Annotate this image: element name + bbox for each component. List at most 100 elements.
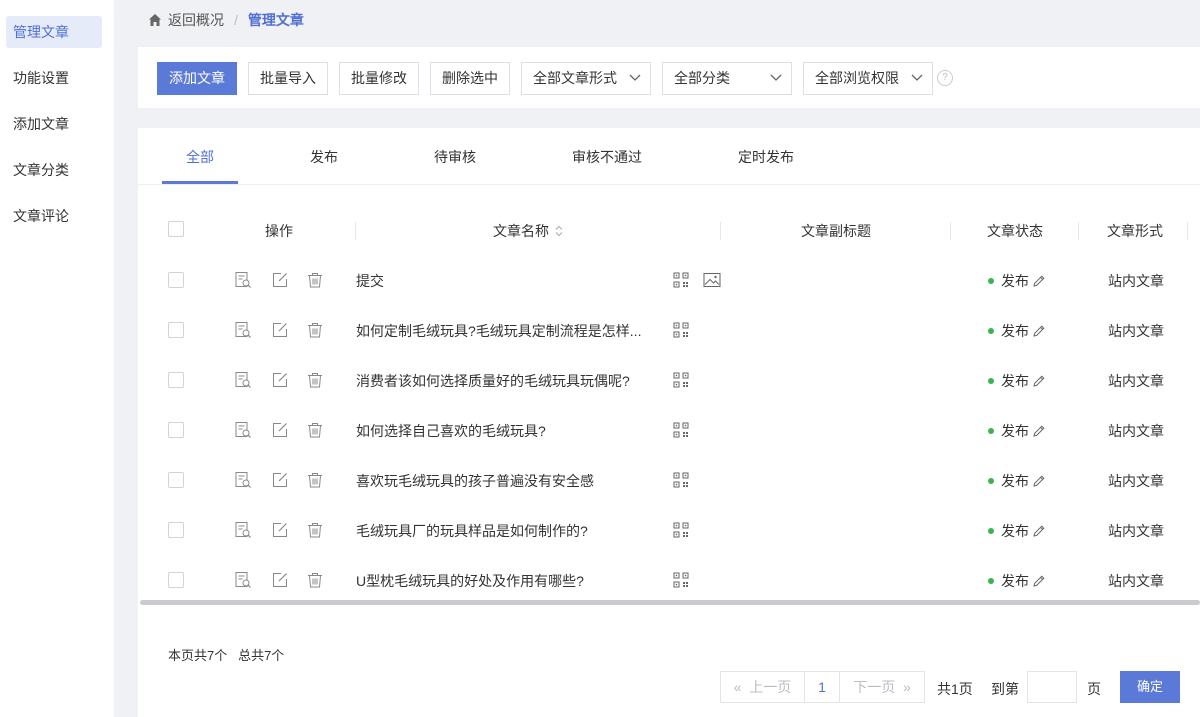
table-row: 如何选择自己喜欢的毛绒玩具? 发布 站内文章	[138, 406, 1200, 456]
qr-code-icon[interactable]	[673, 372, 689, 388]
permission-select[interactable]: 全部浏览权限	[803, 62, 933, 95]
qr-code-icon[interactable]	[673, 422, 689, 438]
prev-page-button[interactable]: « 上一页	[720, 671, 805, 703]
goto-page-input[interactable]	[1027, 671, 1077, 703]
article-status: 发布	[988, 421, 1046, 441]
batch-edit-button[interactable]: 批量修改	[339, 62, 419, 95]
row-checkbox[interactable]	[168, 472, 184, 488]
prev-page-label: 上一页	[749, 679, 792, 695]
article-form: 站内文章	[1108, 523, 1164, 539]
header-name[interactable]: 文章名称	[468, 213, 588, 249]
next-page-button[interactable]: 下一页 »	[839, 671, 925, 703]
tab-all[interactable]: 全部	[186, 147, 214, 167]
category-select[interactable]: 全部分类	[662, 62, 792, 95]
edit-icon[interactable]	[271, 321, 289, 339]
next-page-label: 下一页	[853, 679, 896, 695]
preview-icon[interactable]	[234, 271, 252, 289]
trash-icon[interactable]	[306, 421, 324, 439]
row-checkbox[interactable]	[168, 272, 184, 288]
article-form: 站内文章	[1108, 423, 1164, 439]
trash-icon[interactable]	[306, 471, 324, 489]
pen-icon[interactable]	[1032, 574, 1046, 588]
header-divider	[1078, 222, 1079, 240]
table-row: 毛绒玩具厂的玩具样品是如何制作的? 发布 站内文章	[138, 506, 1200, 556]
trash-icon[interactable]	[306, 571, 324, 589]
sidebar-item-comments[interactable]: 文章评论	[6, 200, 102, 232]
tab-pending-review[interactable]: 待审核	[434, 147, 476, 167]
breadcrumb-current: 管理文章	[247, 12, 304, 28]
article-title[interactable]: 消费者该如何选择质量好的毛绒玩具玩偶呢?	[356, 371, 630, 391]
preview-icon[interactable]	[234, 471, 252, 489]
total-count: 总共7个	[238, 648, 285, 663]
row-checkbox[interactable]	[168, 522, 184, 538]
preview-icon[interactable]	[234, 571, 252, 589]
preview-icon[interactable]	[234, 521, 252, 539]
trash-icon[interactable]	[306, 321, 324, 339]
status-dot	[988, 328, 994, 334]
article-title[interactable]: U型枕毛绒玩具的好处及作用有哪些?	[356, 571, 584, 591]
tab-scheduled[interactable]: 定时发布	[738, 147, 794, 167]
sidebar-item-settings[interactable]: 功能设置	[6, 62, 102, 94]
image-icon[interactable]	[703, 272, 721, 288]
article-title[interactable]: 如何选择自己喜欢的毛绒玩具?	[356, 421, 546, 441]
status-dot	[988, 378, 994, 384]
breadcrumb-back-link[interactable]: 返回概况	[168, 10, 224, 30]
sidebar-item-add-article[interactable]: 添加文章	[6, 108, 102, 140]
status-dot	[988, 278, 994, 284]
page-number-1[interactable]: 1	[804, 671, 840, 703]
preview-icon[interactable]	[234, 321, 252, 339]
article-form: 站内文章	[1108, 573, 1164, 589]
article-title[interactable]: 毛绒玩具厂的玩具样品是如何制作的?	[356, 521, 588, 541]
edit-icon[interactable]	[271, 521, 289, 539]
chevron-down-icon	[911, 74, 923, 81]
qr-code-icon[interactable]	[673, 572, 689, 588]
row-checkbox[interactable]	[168, 572, 184, 588]
article-status-label: 发布	[1001, 423, 1029, 439]
tab-rejected[interactable]: 审核不通过	[572, 147, 642, 167]
sidebar-item-manage-articles[interactable]: 管理文章	[6, 16, 102, 48]
sort-icon[interactable]	[555, 225, 563, 237]
header-divider	[950, 222, 951, 240]
status-dot	[988, 478, 994, 484]
delete-selected-button[interactable]: 删除选中	[430, 62, 510, 95]
pen-icon[interactable]	[1032, 274, 1046, 288]
row-checkbox[interactable]	[168, 422, 184, 438]
active-tab-indicator	[162, 181, 238, 184]
edit-icon[interactable]	[271, 421, 289, 439]
add-article-button[interactable]: 添加文章	[157, 62, 237, 95]
pen-icon[interactable]	[1032, 524, 1046, 538]
help-icon[interactable]: ?	[937, 70, 953, 86]
batch-import-button[interactable]: 批量导入	[248, 62, 328, 95]
qr-code-icon[interactable]	[673, 322, 689, 338]
trash-icon[interactable]	[306, 371, 324, 389]
article-title[interactable]: 喜欢玩毛绒玩具的孩子普遍没有安全感	[356, 471, 594, 491]
pen-icon[interactable]	[1032, 374, 1046, 388]
row-checkbox[interactable]	[168, 372, 184, 388]
home-icon[interactable]	[148, 13, 162, 27]
row-checkbox[interactable]	[168, 322, 184, 338]
preview-icon[interactable]	[234, 421, 252, 439]
trash-icon[interactable]	[306, 521, 324, 539]
edit-icon[interactable]	[271, 471, 289, 489]
qr-code-icon[interactable]	[673, 272, 689, 288]
edit-icon[interactable]	[271, 371, 289, 389]
chevron-down-icon	[629, 74, 641, 81]
pen-icon[interactable]	[1032, 424, 1046, 438]
qr-code-icon[interactable]	[673, 522, 689, 538]
edit-icon[interactable]	[271, 271, 289, 289]
confirm-goto-button[interactable]: 确定	[1120, 671, 1180, 703]
article-title[interactable]: 如何定制毛绒玩具?毛绒玩具定制流程是怎样...	[356, 321, 641, 341]
pen-icon[interactable]	[1032, 324, 1046, 338]
horizontal-scrollbar[interactable]	[140, 600, 1200, 605]
preview-icon[interactable]	[234, 371, 252, 389]
edit-icon[interactable]	[271, 571, 289, 589]
trash-icon[interactable]	[306, 271, 324, 289]
qr-code-icon[interactable]	[673, 472, 689, 488]
select-all-checkbox[interactable]	[168, 221, 184, 237]
article-title[interactable]: 提交	[356, 271, 384, 291]
sidebar-item-categories[interactable]: 文章分类	[6, 154, 102, 186]
pen-icon[interactable]	[1032, 474, 1046, 488]
tab-published[interactable]: 发布	[310, 147, 338, 167]
table-row: U型枕毛绒玩具的好处及作用有哪些? 发布 站内文章	[138, 556, 1200, 606]
article-form-select[interactable]: 全部文章形式	[521, 62, 651, 95]
